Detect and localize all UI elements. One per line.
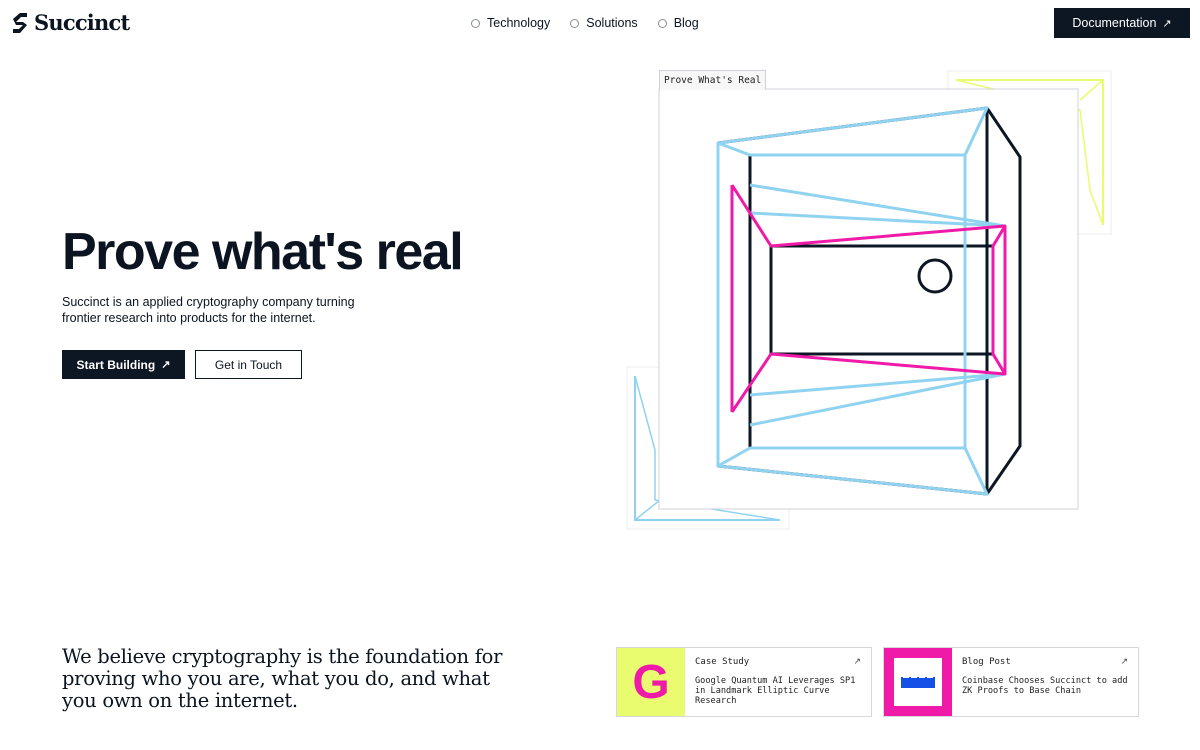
circle-icon xyxy=(570,18,580,28)
nav-item-solutions[interactable]: Solutions xyxy=(570,16,638,30)
start-building-button[interactable]: Start Building ↗ xyxy=(62,350,185,379)
nav-item-label: Blog xyxy=(673,16,699,30)
blog-post-card[interactable]: Blog Post ↗ Coinbase Chooses Succinct to… xyxy=(883,647,1139,717)
nav-item-label: Technology xyxy=(487,16,551,30)
get-in-touch-label: Get in Touch xyxy=(214,357,283,372)
succinct-logo[interactable]: Succinct xyxy=(10,10,130,35)
documentation-button[interactable]: Documentation ↗ xyxy=(1054,8,1190,38)
google-thumbnail: G xyxy=(617,648,685,716)
nav-item-technology[interactable]: Technology xyxy=(471,16,550,30)
hero-subtitle: Succinct is an applied cryptography comp… xyxy=(62,295,355,325)
start-building-label: Start Building xyxy=(76,357,156,372)
nav-item-label: Solutions xyxy=(586,16,638,30)
case-study-card[interactable]: G Case Study ↗ Google Quantum AI Leverag… xyxy=(616,647,872,717)
google-g-icon: G xyxy=(632,656,669,709)
hero-illustration xyxy=(626,70,1112,530)
card-kind: Case Study xyxy=(695,657,750,667)
belief-statement: We believe cryptography is the foundatio… xyxy=(62,645,503,712)
documentation-label: Documentation xyxy=(1072,16,1157,30)
external-link-icon: ↗ xyxy=(1162,17,1172,30)
get-in-touch-button[interactable]: Get in Touch xyxy=(195,350,302,379)
illustration-tab-label: Prove What's Real xyxy=(659,70,767,90)
circle-icon xyxy=(657,18,667,28)
hero-title: Prove what's real xyxy=(62,223,464,281)
external-link-icon: ↗ xyxy=(161,359,171,371)
succinct-logo-icon xyxy=(13,12,27,33)
external-link-icon: ↗ xyxy=(1120,656,1128,666)
main-nav: Technology Solutions Blog xyxy=(471,16,699,30)
base-chain-icon xyxy=(901,677,935,688)
card-title: Coinbase Chooses Succinct to add ZK Proo… xyxy=(962,676,1128,696)
coinbase-thumbnail xyxy=(884,648,952,716)
brand-name: Succinct xyxy=(34,10,130,35)
circle-icon xyxy=(471,18,480,28)
card-title: Google Quantum AI Leverages SP1 in Landm… xyxy=(695,676,856,706)
nav-item-blog[interactable]: Blog xyxy=(657,16,699,30)
external-link-icon: ↗ xyxy=(853,656,861,666)
card-kind: Blog Post xyxy=(962,657,1011,667)
